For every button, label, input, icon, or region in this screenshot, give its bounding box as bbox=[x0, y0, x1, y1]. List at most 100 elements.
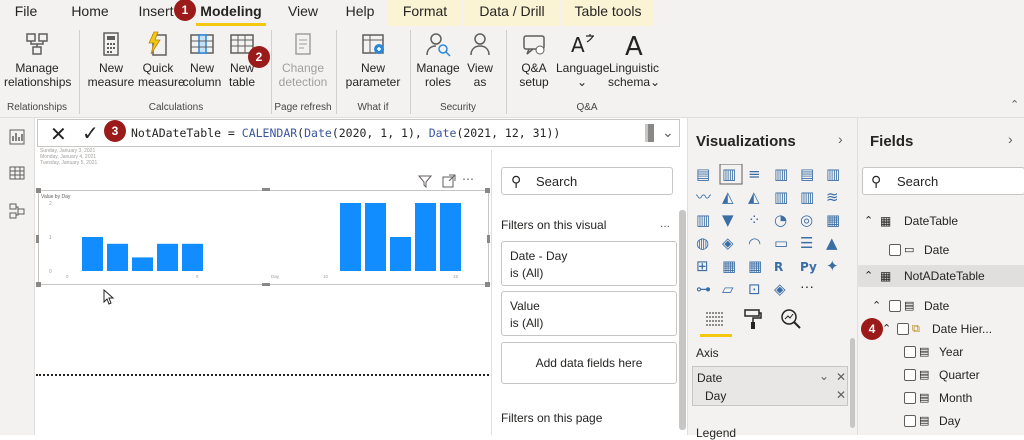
field-item[interactable]: ▤ Day bbox=[858, 410, 1024, 432]
filter-card-date-day[interactable]: Date - Day is (All) bbox=[501, 241, 677, 286]
field-table-datetable[interactable]: ⌃ ▦ DateTable bbox=[858, 210, 1024, 232]
qa-setup-button[interactable]: Q&A setup bbox=[514, 30, 554, 89]
field-checkbox[interactable] bbox=[889, 300, 901, 312]
tab-modeling[interactable]: Modeling bbox=[196, 0, 266, 26]
add-data-fields-drop-zone[interactable]: Add data fields here bbox=[501, 342, 677, 384]
field-item[interactable]: ▭ Date bbox=[858, 239, 1024, 261]
collapse-ribbon-chevron-icon[interactable]: ⌃ bbox=[1010, 98, 1019, 111]
change-detection-button[interactable]: Change detection bbox=[276, 30, 330, 89]
area-icon[interactable]: ◭ bbox=[722, 188, 734, 206]
gauge-icon[interactable]: ◠ bbox=[748, 234, 761, 252]
field-checkbox[interactable] bbox=[904, 415, 916, 427]
format-paint-roller-icon[interactable] bbox=[742, 308, 764, 330]
field-item[interactable]: ▤ Quarter bbox=[858, 364, 1024, 386]
fields-search-input[interactable]: ⚲ Search bbox=[862, 167, 1024, 195]
tab-help[interactable]: Help bbox=[340, 0, 380, 26]
report-view-icon[interactable] bbox=[8, 128, 26, 146]
expand-chevron-icon[interactable]: ⌃ bbox=[864, 265, 873, 287]
resize-handle[interactable] bbox=[36, 235, 39, 243]
pie-icon[interactable]: ◔ bbox=[774, 211, 787, 229]
funnel-icon[interactable]: ▼ bbox=[722, 211, 734, 229]
remove-axis-level-icon[interactable]: ✕ bbox=[836, 388, 846, 402]
waterfall-icon[interactable]: ▥ bbox=[696, 211, 710, 229]
filter-icon[interactable] bbox=[418, 174, 432, 188]
new-parameter-button[interactable]: New parameter bbox=[342, 30, 404, 89]
data-view-icon[interactable] bbox=[8, 164, 26, 182]
resize-handle[interactable] bbox=[36, 188, 41, 193]
dax-formula-input[interactable]: NotADateTable = CALENDAR(Date(2020, 1, 1… bbox=[131, 126, 560, 140]
field-checkbox[interactable] bbox=[904, 392, 916, 404]
smart-narrative-icon[interactable]: ⊡ bbox=[748, 280, 761, 298]
100-bar-icon[interactable]: ▤ bbox=[800, 165, 814, 183]
resize-handle[interactable] bbox=[262, 188, 270, 191]
card-icon[interactable]: ▭ bbox=[774, 234, 788, 252]
expand-chevron-icon[interactable]: ⌃ bbox=[882, 318, 891, 340]
paginated-report-icon[interactable]: ◈ bbox=[774, 280, 786, 298]
language-button[interactable]: A Language ⌄ bbox=[556, 30, 609, 89]
tab-file[interactable]: File bbox=[8, 0, 44, 26]
new-measure-button[interactable]: New measure bbox=[86, 30, 136, 89]
filters-more-icon[interactable]: ... bbox=[660, 216, 670, 230]
resize-handle[interactable] bbox=[487, 235, 490, 243]
table-icon[interactable]: ▦ bbox=[722, 257, 736, 275]
resize-handle[interactable] bbox=[36, 282, 41, 287]
tab-insert[interactable]: Insert bbox=[135, 0, 177, 26]
resize-handle[interactable] bbox=[485, 282, 490, 287]
filled-map-icon[interactable]: ◈ bbox=[722, 234, 734, 252]
slicer-icon[interactable]: ⊞ bbox=[696, 257, 709, 275]
collapse-visualizations-chevron-icon[interactable]: › bbox=[838, 131, 843, 147]
filter-card-value[interactable]: Value is (All) bbox=[501, 291, 677, 336]
focus-mode-icon[interactable] bbox=[442, 174, 456, 188]
visual-more-options-icon[interactable]: ⋯ bbox=[462, 172, 474, 186]
field-item[interactable]: ▤ Month bbox=[858, 387, 1024, 409]
bar-chart-visual[interactable]: Value by Day 210 0 5 Day 10 15 bbox=[38, 190, 489, 285]
stacked-bar-icon[interactable]: ▤ bbox=[696, 165, 710, 183]
resize-handle[interactable] bbox=[485, 188, 490, 193]
scatter-icon[interactable]: ⁘ bbox=[748, 211, 761, 229]
ribbon-icon[interactable]: ≋ bbox=[826, 188, 839, 206]
analytics-magnifier-icon[interactable] bbox=[780, 308, 802, 330]
field-item-date[interactable]: ⌃ ▤ Date bbox=[858, 295, 1024, 317]
field-checkbox[interactable] bbox=[889, 244, 901, 256]
axis-field-well[interactable]: Date ⌄ ✕ Day ✕ bbox=[692, 366, 848, 406]
qa-visual-icon[interactable]: ▱ bbox=[722, 280, 734, 298]
more-visuals-icon[interactable]: ··· bbox=[800, 278, 814, 294]
r-visual-icon[interactable]: R bbox=[774, 260, 783, 274]
cancel-formula-icon[interactable]: ✕ bbox=[50, 122, 67, 147]
axis-field-chevron-icon[interactable]: ⌄ bbox=[819, 369, 829, 383]
field-checkbox[interactable] bbox=[904, 346, 916, 358]
tab-home[interactable]: Home bbox=[66, 0, 114, 26]
field-checkbox[interactable] bbox=[904, 369, 916, 381]
tab-table-tools[interactable]: Table tools bbox=[562, 0, 654, 26]
tab-format[interactable]: Format bbox=[388, 0, 462, 26]
python-visual-icon[interactable]: Py bbox=[800, 260, 817, 274]
field-checkbox[interactable] bbox=[897, 323, 909, 335]
tab-data-drill[interactable]: Data / Drill bbox=[464, 0, 560, 26]
filters-scrollbar[interactable] bbox=[679, 210, 686, 430]
visualizations-scrollbar[interactable] bbox=[850, 338, 855, 428]
key-influencers-icon[interactable]: ✦ bbox=[826, 257, 839, 275]
donut-icon[interactable]: ◎ bbox=[800, 211, 813, 229]
map-icon[interactable]: ◍ bbox=[696, 234, 709, 252]
expand-chevron-icon[interactable]: ⌃ bbox=[872, 295, 881, 317]
new-column-button[interactable]: New column bbox=[180, 30, 224, 89]
100-column-icon[interactable]: ▥ bbox=[826, 165, 840, 183]
manage-relationships-button[interactable]: Manage relationships bbox=[4, 30, 71, 89]
clustered-bar-icon[interactable]: ≡ bbox=[748, 165, 761, 183]
linguistic-schema-button[interactable]: A Linguistic schema⌄ bbox=[608, 30, 660, 89]
quick-measure-button[interactable]: Quick measure bbox=[138, 30, 185, 89]
stacked-area-icon[interactable]: ◭ bbox=[748, 188, 760, 206]
field-item[interactable]: ▤ Year bbox=[858, 341, 1024, 363]
decomposition-tree-icon[interactable]: ⊶ bbox=[696, 280, 711, 298]
line-icon[interactable]: 〰 bbox=[696, 188, 711, 206]
resize-handle[interactable] bbox=[262, 283, 270, 286]
fields-well-icon[interactable] bbox=[704, 310, 726, 330]
kpi-icon[interactable]: ▲ bbox=[826, 234, 838, 252]
treemap-icon[interactable]: ▦ bbox=[826, 211, 840, 229]
expand-formula-chevron-icon[interactable]: ⌄ bbox=[662, 124, 674, 141]
manage-roles-button[interactable]: Manage roles bbox=[414, 30, 462, 89]
field-table-notadatetable[interactable]: ⌃ ▦ NotADateTable bbox=[858, 265, 1024, 287]
line-clustered-icon[interactable]: ▥ bbox=[800, 188, 814, 206]
view-as-button[interactable]: View as bbox=[462, 30, 498, 89]
filters-search-input[interactable]: ⚲ Search bbox=[501, 167, 673, 195]
